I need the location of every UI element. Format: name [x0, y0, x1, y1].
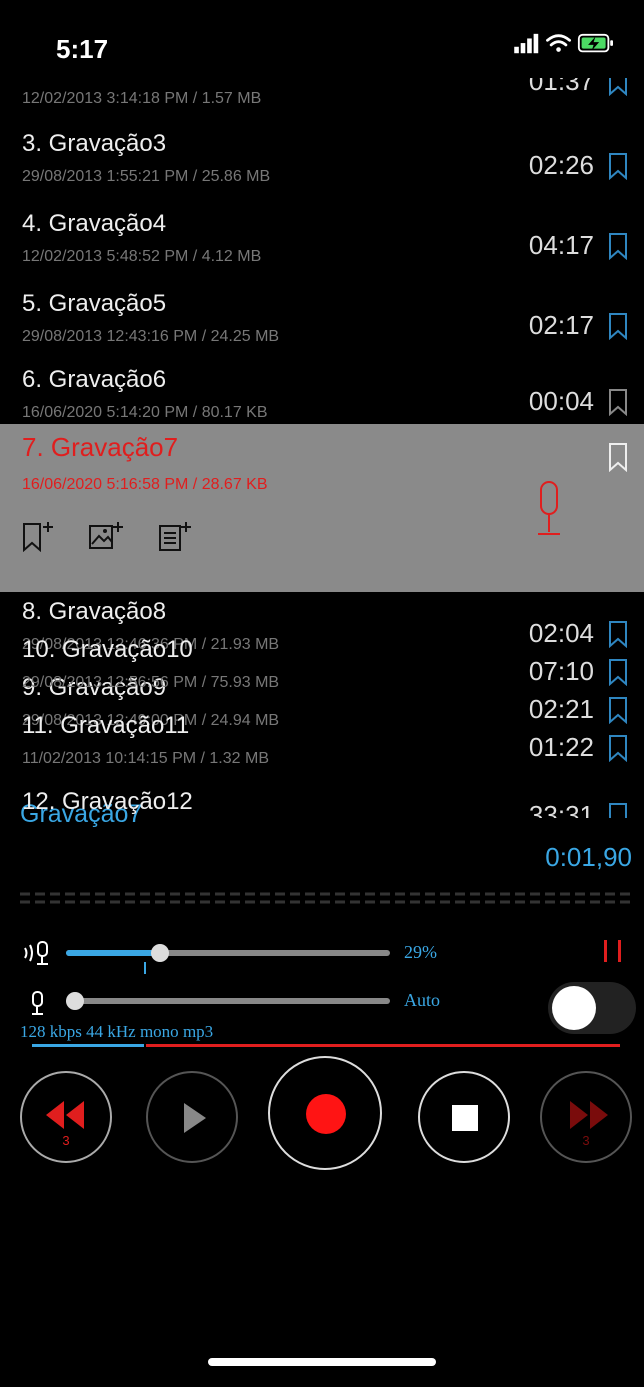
add-image-icon[interactable]	[88, 520, 126, 552]
record-icon	[306, 1094, 346, 1134]
rewind-button[interactable]: 3	[20, 1071, 112, 1163]
add-note-icon[interactable]	[158, 520, 196, 552]
speaker-mic-icon	[24, 941, 48, 965]
fast-forward-icon	[570, 1101, 608, 1129]
list-item[interactable]: 3. Gravação3 29/08/2013 1:55:21 PM / 25.…	[0, 124, 644, 202]
battery-charging-icon	[577, 33, 613, 53]
record-button[interactable]	[268, 1056, 382, 1170]
play-icon	[184, 1103, 206, 1133]
volume-label: 29%	[404, 942, 437, 962]
volume-slider[interactable]	[66, 944, 390, 962]
add-bookmark-icon[interactable]	[22, 520, 56, 552]
level-meter	[20, 892, 632, 904]
signal-icon	[514, 33, 539, 54]
auto-gain-toggle[interactable]	[548, 982, 636, 1034]
list-item[interactable]: 4. Gravação4 12/02/2013 5:48:52 PM / 4.1…	[0, 204, 644, 282]
gain-slider[interactable]	[66, 992, 390, 1010]
status-bar: 5:17	[0, 0, 644, 80]
bookmark-icon[interactable]	[608, 658, 628, 686]
progress-remaining	[146, 1044, 620, 1047]
bookmark-icon[interactable]	[608, 442, 628, 472]
gain-label: Auto	[404, 990, 440, 1010]
microphone-icon	[32, 991, 43, 1015]
microphone-icon[interactable]	[534, 480, 564, 540]
progress-played	[32, 1044, 144, 1047]
list-item[interactable]: 11. Gravação11 11/02/2013 10:14:15 PM / …	[0, 706, 644, 784]
wifi-icon	[546, 34, 571, 52]
list-item[interactable]: 12. Gravação12 33:31	[0, 782, 644, 818]
play-button[interactable]	[146, 1071, 238, 1163]
stop-icon	[452, 1105, 478, 1131]
rewind-icon	[46, 1101, 84, 1129]
list-item[interactable]: 10. Gravação10 29/08/2013 12:56:56 PM / …	[0, 630, 644, 708]
stop-button[interactable]	[418, 1071, 510, 1163]
pause-icon[interactable]	[602, 938, 624, 964]
bookmark-icon[interactable]	[608, 802, 628, 818]
bookmark-icon[interactable]	[608, 78, 628, 96]
now-playing-time: 0:01,90	[545, 842, 632, 872]
fast-forward-button[interactable]: 3	[540, 1071, 632, 1163]
list-item-selected[interactable]: 7. Gravação7 16/06/2020 5:16:58 PM / 28.…	[0, 424, 644, 592]
progress-head[interactable]	[144, 962, 146, 974]
volume-slider-knob[interactable]	[150, 944, 169, 962]
format-info: 128 kbps 44 kHz mono mp3	[20, 1022, 214, 1041]
gain-slider-knob[interactable]	[66, 992, 84, 1010]
status-time: 5:17	[56, 34, 109, 64]
bookmark-icon[interactable]	[608, 734, 628, 762]
list-item[interactable]: 5. Gravação5 29/08/2013 12:43:16 PM / 24…	[0, 284, 644, 362]
bookmark-icon[interactable]	[608, 232, 628, 260]
status-icons	[514, 33, 613, 54]
home-indicator	[208, 1358, 436, 1366]
bookmark-icon[interactable]	[608, 312, 628, 340]
bookmark-icon[interactable]	[608, 152, 628, 180]
bookmark-icon[interactable]	[608, 388, 628, 416]
